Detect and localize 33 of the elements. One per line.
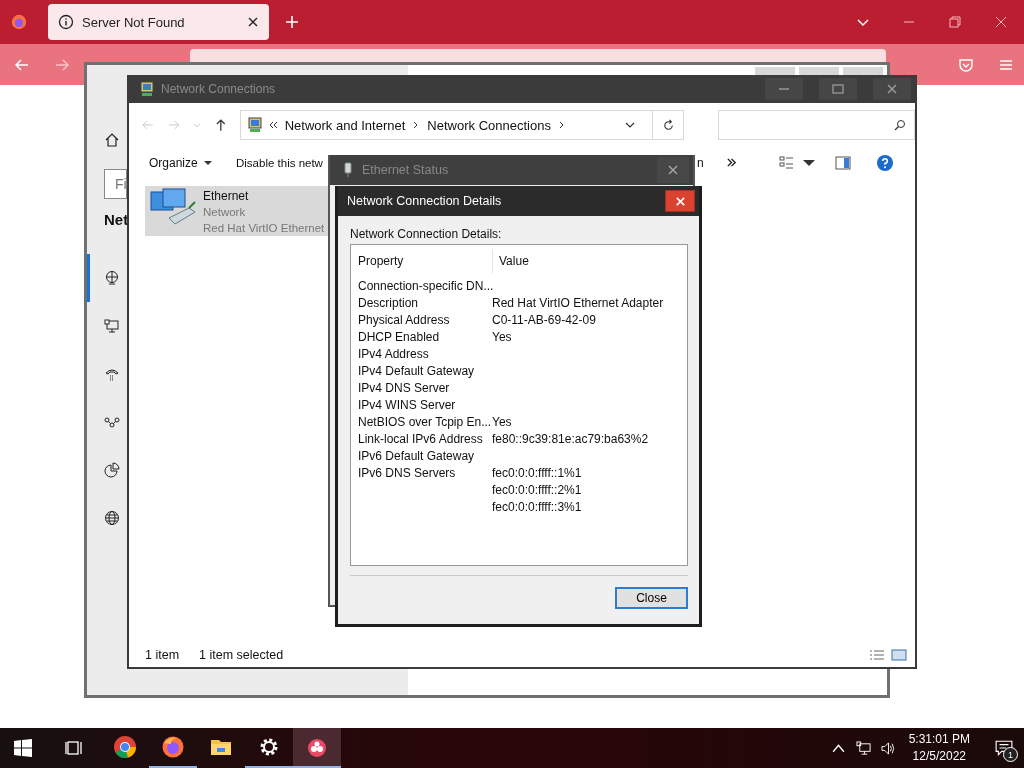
status-text: 1 item	[145, 648, 180, 662]
value-cell: fec0:0:0:ffff::1%1	[492, 465, 582, 480]
section-heading: Net	[104, 211, 129, 228]
time-text: 5:31:01 PM	[908, 731, 970, 748]
window-title: Ethernet Status	[362, 163, 449, 177]
property-cell: IPv4 DNS Server	[358, 380, 450, 395]
value-cell: fe80::9c39:81e:ac79:ba63%2	[492, 431, 649, 446]
property-cell: IPv4 Address	[358, 346, 429, 361]
property-cell: Link-local IPv6 Address	[358, 431, 483, 446]
notification-count: 1	[1003, 747, 1018, 762]
property-cell: IPv6 Default Gateway	[358, 448, 475, 463]
date-text: 12/5/2022	[912, 748, 966, 765]
connection-name: Ethernet	[203, 188, 250, 204]
value-cell: fec0:0:0:ffff::3%1	[492, 499, 582, 514]
dialog-title: Network Connection Details	[347, 194, 502, 208]
window-title: Network Connections	[161, 82, 276, 96]
list-label: Network Connection Details:	[350, 227, 503, 241]
property-cell: IPv4 Default Gateway	[358, 363, 475, 378]
value-cell: Yes	[492, 329, 512, 344]
value-cell: Red Hat VirtIO Ethernet Adapter	[492, 295, 664, 310]
property-cell: IPv6 DNS Servers	[358, 465, 456, 480]
property-cell: DHCP Enabled	[358, 329, 440, 344]
property-cell: Connection-specific DN...	[358, 278, 494, 293]
status-text: 1 item selected	[199, 648, 284, 662]
value-cell: C0-11-AB-69-42-09	[492, 312, 596, 327]
property-cell: IPv4 WINS Server	[358, 397, 456, 412]
property-cell: Description	[358, 295, 419, 310]
connection-status: Network	[203, 205, 247, 220]
connection-device: Red Hat VirtIO Ethernet	[203, 221, 325, 236]
property-cell: Physical Address	[358, 312, 450, 327]
value-cell: Yes	[492, 414, 512, 429]
property-cell: NetBIOS over Tcpip En...	[358, 414, 492, 429]
value-cell: fec0:0:0:ffff::2%1	[492, 482, 582, 497]
